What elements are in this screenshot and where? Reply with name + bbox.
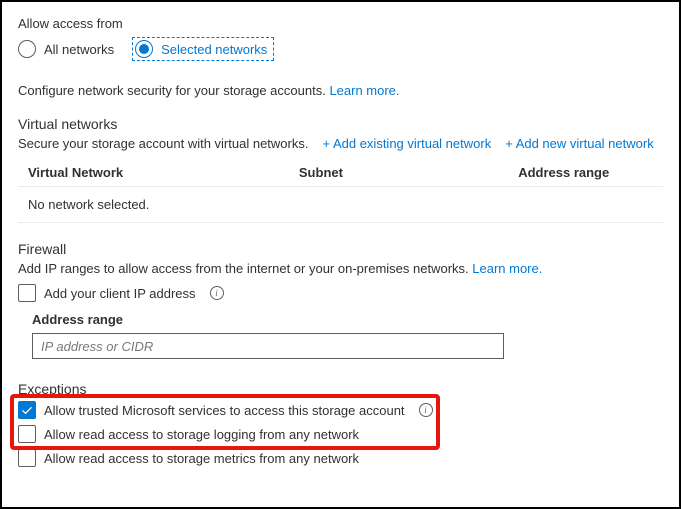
- col-address-range: Address range: [508, 159, 663, 187]
- exceptions-list: Allow trusted Microsoft services to acce…: [18, 401, 663, 467]
- add-existing-vnet-link[interactable]: + Add existing virtual network: [322, 136, 491, 151]
- col-subnet: Subnet: [289, 159, 508, 187]
- col-virtual-network: Virtual Network: [18, 159, 289, 187]
- radio-dot-icon: [139, 44, 149, 54]
- check-icon: [21, 404, 33, 416]
- exception-metrics-row: Allow read access to storage metrics fro…: [18, 449, 663, 467]
- radio-selected-networks[interactable]: Selected networks: [132, 37, 274, 61]
- address-range-label: Address range: [32, 312, 663, 327]
- vnet-empty-cell: No network selected.: [18, 187, 663, 223]
- add-client-ip-row: Add your client IP address i: [18, 284, 663, 302]
- vnet-desc: Secure your storage account with virtual…: [18, 136, 308, 151]
- access-heading: Allow access from: [18, 16, 663, 31]
- exception-logging-checkbox[interactable]: [18, 425, 36, 443]
- radio-selected-networks-label: Selected networks: [161, 42, 267, 57]
- exceptions-heading: Exceptions: [18, 381, 663, 397]
- vnet-table: Virtual Network Subnet Address range No …: [18, 159, 663, 223]
- vnet-desc-row: Secure your storage account with virtual…: [18, 136, 663, 151]
- configure-desc: Configure network security for your stor…: [18, 83, 663, 98]
- add-client-ip-checkbox[interactable]: [18, 284, 36, 302]
- radio-icon: [18, 40, 36, 58]
- add-new-vnet-link[interactable]: + Add new virtual network: [505, 136, 654, 151]
- exception-trusted-row: Allow trusted Microsoft services to acce…: [18, 401, 663, 419]
- exception-trusted-checkbox[interactable]: [18, 401, 36, 419]
- firewall-heading: Firewall: [18, 241, 663, 257]
- exception-trusted-label: Allow trusted Microsoft services to acce…: [44, 403, 405, 418]
- firewall-desc-row: Add IP ranges to allow access from the i…: [18, 261, 663, 276]
- table-row: No network selected.: [18, 187, 663, 223]
- info-icon[interactable]: i: [419, 403, 433, 417]
- address-range-input[interactable]: [32, 333, 504, 359]
- networking-panel: Allow access from All networks Selected …: [0, 0, 681, 509]
- access-radio-group: All networks Selected networks: [18, 37, 663, 61]
- configure-text: Configure network security for your stor…: [18, 83, 326, 98]
- radio-icon: [135, 40, 153, 58]
- add-client-ip-label: Add your client IP address: [44, 286, 196, 301]
- radio-all-networks-label: All networks: [44, 42, 114, 57]
- exception-logging-row: Allow read access to storage logging fro…: [18, 425, 663, 443]
- exception-logging-label: Allow read access to storage logging fro…: [44, 427, 359, 442]
- firewall-desc: Add IP ranges to allow access from the i…: [18, 261, 469, 276]
- exception-metrics-label: Allow read access to storage metrics fro…: [44, 451, 359, 466]
- info-icon[interactable]: i: [210, 286, 224, 300]
- firewall-learn-more-link[interactable]: Learn more.: [472, 261, 542, 276]
- configure-learn-more-link[interactable]: Learn more.: [329, 83, 399, 98]
- vnet-heading: Virtual networks: [18, 116, 663, 132]
- radio-all-networks[interactable]: All networks: [18, 40, 114, 58]
- exception-metrics-checkbox[interactable]: [18, 449, 36, 467]
